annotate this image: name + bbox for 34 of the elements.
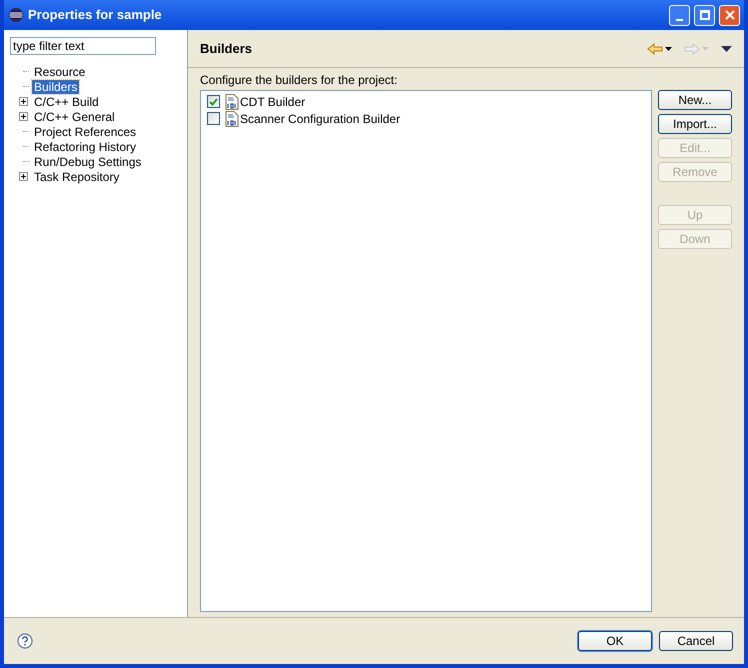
expand-icon[interactable] — [19, 97, 28, 106]
expand-icon[interactable] — [19, 172, 28, 181]
minimize-button[interactable] — [669, 4, 690, 26]
tree-item[interactable]: Refactoring History — [32, 140, 138, 154]
tree-item[interactable]: Builders — [32, 80, 80, 94]
expand-icon[interactable] — [19, 112, 28, 121]
tree-item[interactable]: Run/Debug Settings — [32, 154, 144, 168]
close-button[interactable] — [719, 4, 740, 26]
dropdown-caret-icon[interactable] — [665, 46, 672, 50]
side-button[interactable]: Import... — [658, 114, 732, 134]
tree-item[interactable]: Resource — [32, 64, 88, 78]
builder-name: Scanner Configuration Builder — [240, 110, 400, 128]
eclipse-logo-icon — [8, 7, 24, 23]
window-title: Properties for sample — [28, 6, 163, 24]
checkmark-icon — [209, 98, 218, 106]
checkbox[interactable] — [207, 95, 220, 108]
help-icon[interactable] — [17, 633, 33, 649]
close-icon — [724, 10, 734, 20]
binary-file-icon — [225, 94, 239, 110]
description-text: Configure the builders for the project: — [200, 72, 398, 88]
checkbox[interactable] — [207, 112, 220, 125]
page-title: Builders — [200, 40, 254, 58]
tree-item[interactable]: Project References — [32, 124, 138, 138]
dialog-button[interactable]: Cancel — [659, 631, 733, 651]
binary-file-icon — [225, 110, 239, 126]
tree-item[interactable]: C/C++ Build — [32, 94, 101, 108]
filter-field[interactable]: type filter text — [10, 37, 156, 55]
builder-name: CDT Builder — [240, 94, 306, 110]
tree-item[interactable]: C/C++ General — [32, 110, 117, 124]
dialog-button[interactable]: OK — [578, 631, 652, 651]
tree-item[interactable]: Task Repository — [32, 170, 122, 184]
view-menu-icon[interactable] — [721, 46, 732, 52]
maximize-button[interactable] — [694, 4, 715, 26]
side-button[interactable]: New... — [658, 90, 732, 110]
